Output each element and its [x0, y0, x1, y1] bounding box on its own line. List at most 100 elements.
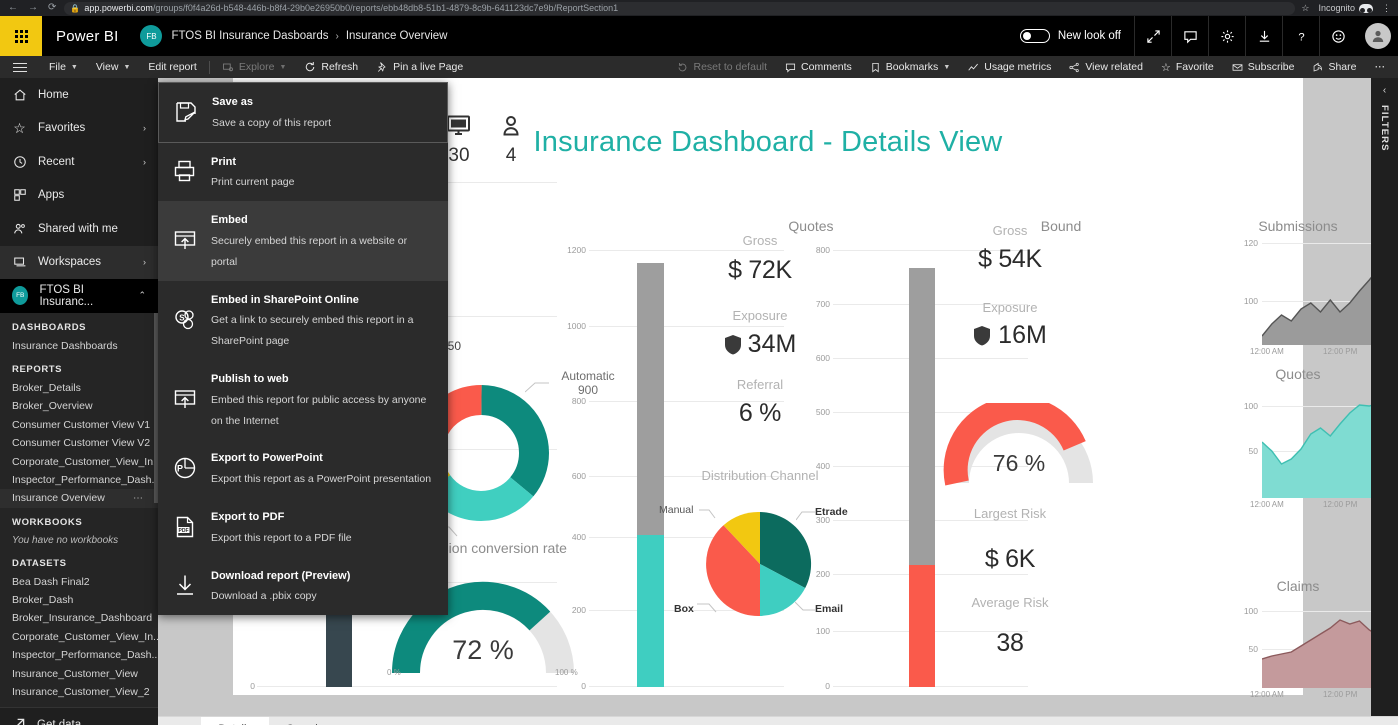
menu-item-title: Save as: [212, 96, 253, 108]
sidebar-item-home[interactable]: Home: [0, 78, 158, 112]
sidebar-content-list[interactable]: DASHBOARDS Insurance Dashboards REPORTS …: [0, 313, 158, 708]
kebab-menu-icon[interactable]: ⋮: [1382, 3, 1391, 14]
bar-quotes-remaining[interactable]: [637, 263, 664, 535]
list-item[interactable]: Broker_Details: [0, 379, 158, 397]
menu-item-embed[interactable]: Embed Securely embed this report in a we…: [158, 201, 448, 280]
tab-details[interactable]: Details: [201, 717, 269, 725]
tab-nav-arrows[interactable]: ◀ ▶: [158, 717, 201, 725]
toolbar-comments-button[interactable]: Comments: [776, 56, 861, 78]
menu-item-export-powerpoint[interactable]: P Export to PowerPoint Export this repor…: [158, 439, 448, 498]
list-item[interactable]: Broker_Insurance_Dashboard: [0, 609, 158, 627]
chevron-left-icon[interactable]: ‹: [1383, 85, 1386, 96]
get-data-arrow-icon: [12, 716, 27, 725]
sidebar-item-recent[interactable]: Recent ›: [0, 145, 158, 179]
more-options-icon[interactable]: ⋯: [133, 493, 158, 504]
list-item[interactable]: Inspector_Performance_Dash...: [0, 471, 158, 489]
menu-item-publish-to-web[interactable]: Publish to web Embed this report for pub…: [158, 360, 448, 439]
menu-item-export-pdf[interactable]: PDF Export to PDF Export this report to …: [158, 498, 448, 557]
sidebar-item-workspaces[interactable]: Workspaces ›: [0, 246, 158, 280]
list-item[interactable]: Insurance_Customer_View_2: [0, 683, 158, 701]
toggle-switch[interactable]: [1020, 29, 1050, 43]
download-icon[interactable]: [1245, 16, 1282, 56]
filters-panel-collapsed[interactable]: ‹ FILTERS: [1371, 78, 1398, 725]
toolbar-subscribe-button[interactable]: Subscribe: [1223, 56, 1304, 78]
sidebar-label: Workspaces: [38, 256, 101, 268]
y-tick: 50: [1238, 644, 1258, 654]
list-item[interactable]: Inspector_Performance_Dash...: [0, 646, 158, 664]
bar-quotes-converted[interactable]: [637, 535, 664, 687]
list-item[interactable]: Consumer Customer View V2: [0, 434, 158, 452]
toolbar-share-button[interactable]: Share: [1303, 56, 1365, 78]
list-item[interactable]: Corporate_Customer_View_In...: [0, 628, 158, 646]
tab-overview[interactable]: Overview: [269, 717, 349, 725]
list-item[interactable]: Broker_Overview: [0, 397, 158, 415]
menu-item-title: Publish to web: [211, 373, 289, 385]
sidebar-item-shared-with-me[interactable]: Shared with me: [0, 212, 158, 246]
pie-label-manual: Manual: [659, 504, 693, 516]
lock-icon: 🔒: [70, 4, 80, 13]
toolbar-bookmarks-button[interactable]: Bookmarks ▼: [861, 56, 959, 78]
expand-icon[interactable]: [1134, 16, 1171, 56]
y-tick: 100: [807, 626, 830, 636]
list-item[interactable]: Insurance_Customer_View: [0, 664, 158, 682]
menu-item-download-report[interactable]: Download report (Preview) Download a .pb…: [158, 557, 448, 616]
browser-nav-buttons: ← → ⟳: [0, 3, 64, 13]
toolbar-pin-live-page-button[interactable]: Pin a live Page: [367, 56, 472, 78]
toolbar-file-button[interactable]: File ▼: [40, 56, 87, 78]
sidebar-item-favorites[interactable]: ☆ Favorites ›: [0, 112, 158, 146]
leader-line-manual: [699, 506, 719, 520]
reset-icon: [677, 62, 688, 73]
list-item[interactable]: Insurance Dashboards: [0, 337, 158, 355]
sidebar-item-insurance-overview[interactable]: Insurance Overview ⋯: [0, 489, 158, 507]
toolbar-right-group: Reset to default Comments Bookmarks ▼ Us…: [668, 56, 1398, 78]
breadcrumb-workspace[interactable]: FTOS BI Insurance Dasboards: [171, 30, 328, 42]
new-look-toggle[interactable]: New look off: [1012, 29, 1134, 43]
breadcrumb-report[interactable]: Insurance Overview: [346, 30, 448, 42]
bar-bound-value[interactable]: [909, 565, 935, 687]
menu-item-embed-sharepoint[interactable]: S Embed in SharePoint Online Get a link …: [158, 281, 448, 360]
reload-icon[interactable]: ⟳: [48, 3, 56, 13]
y-tick: 100: [1238, 296, 1258, 306]
toolbar-usage-metrics-button[interactable]: Usage metrics: [959, 56, 1060, 78]
toolbar-edit-report-button[interactable]: Edit report: [139, 56, 205, 78]
smiley-icon[interactable]: [1319, 16, 1356, 56]
settings-gear-icon[interactable]: [1208, 16, 1245, 56]
menu-item-print[interactable]: Print Print current page: [158, 143, 448, 202]
address-bar[interactable]: 🔒 app.powerbi.com/groups/f0f4a26d-b548-4…: [64, 2, 1295, 15]
toolbar-reset-to-default-button[interactable]: Reset to default: [668, 56, 776, 78]
bound-ratio-gauge[interactable]: 76 %: [943, 403, 1095, 493]
average-risk-label: Average Risk: [930, 595, 1090, 610]
breadcrumb-separator-icon: ›: [336, 31, 339, 42]
menu-item-desc: Securely embed this report in a website …: [211, 235, 407, 268]
forward-arrow-icon[interactable]: →: [28, 3, 38, 13]
svg-text:S: S: [179, 313, 185, 322]
brand-label[interactable]: Power BI: [56, 28, 118, 45]
browser-right-controls: ☆ Incognito ⋮: [1301, 3, 1398, 14]
list-item[interactable]: Consumer Customer View V1: [0, 416, 158, 434]
menu-item-save-as[interactable]: Save as Save a copy of this report: [158, 82, 448, 143]
list-item[interactable]: Broker_Dash: [0, 591, 158, 609]
pin-icon: [376, 61, 388, 73]
list-item[interactable]: Bea Dash Final2: [0, 573, 158, 591]
sidebar-item-current-workspace[interactable]: FB FTOS BI Insuranc... ⌃: [0, 279, 158, 313]
toolbar-favorite-button[interactable]: ☆ Favorite: [1152, 56, 1223, 78]
toolbar-more-button[interactable]: ⋯: [1366, 56, 1395, 78]
bookmark-star-icon[interactable]: ☆: [1301, 3, 1309, 14]
get-data-button[interactable]: Get data: [0, 707, 158, 725]
toolbar-view-related-button[interactable]: View related: [1060, 56, 1152, 78]
toolbar-view-button[interactable]: View ▼: [87, 56, 140, 78]
list-item[interactable]: Corporate_Customer_View_In...: [0, 452, 158, 470]
app-launcher-icon[interactable]: [0, 16, 42, 56]
help-icon[interactable]: ?: [1282, 16, 1319, 56]
refresh-icon: [304, 61, 316, 73]
sidebar-item-apps[interactable]: Apps: [0, 179, 158, 213]
back-arrow-icon[interactable]: ←: [8, 3, 18, 13]
feedback-icon[interactable]: [1171, 16, 1208, 56]
account-avatar-icon[interactable]: [1365, 23, 1391, 49]
toolbar-explore-button[interactable]: Explore ▼: [213, 56, 296, 78]
y-tick: 700: [807, 299, 830, 309]
toolbar-refresh-button[interactable]: Refresh: [295, 56, 367, 78]
hamburger-menu-icon[interactable]: [0, 67, 40, 68]
file-dropdown-menu[interactable]: Save as Save a copy of this report Print…: [158, 82, 448, 615]
section-header-reports: REPORTS: [0, 355, 158, 379]
